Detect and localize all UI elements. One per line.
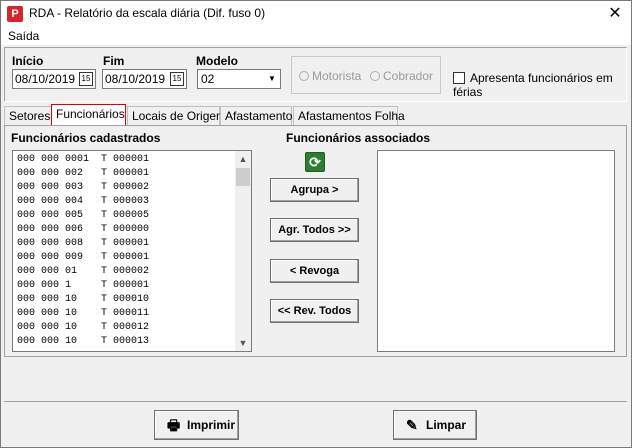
limpar-label: Limpar: [426, 418, 467, 432]
radio-circle-icon: [299, 71, 309, 81]
list-item[interactable]: 000 000 004 T 000003: [17, 196, 149, 207]
fim-label: Fim: [103, 54, 125, 68]
list-item[interactable]: 000 000 0001 T 000001: [17, 154, 149, 165]
list-item[interactable]: 000 000 002 T 000001: [17, 168, 149, 179]
menu-saida[interactable]: Saída: [8, 29, 39, 43]
radio-circle-icon: [370, 71, 380, 81]
calendar-icon[interactable]: 15: [79, 72, 93, 86]
radio-motorista: Motorista: [299, 69, 361, 83]
fim-date-value: 08/10/2019: [105, 72, 166, 86]
cadastrados-scrollbar[interactable]: ▲ ▼: [235, 151, 251, 351]
modelo-value: 02: [201, 72, 215, 86]
imprimir-button[interactable]: 🖶 Imprimir: [154, 410, 239, 440]
tab-afastamentos-folha[interactable]: Afastamentos Folha: [293, 106, 405, 126]
footer-panel: [4, 401, 627, 445]
list-item[interactable]: 000 000 10 T 000012: [17, 322, 149, 333]
list-item[interactable]: 000 000 10 T 000010: [17, 294, 149, 305]
rev-todos-button[interactable]: << Rev. Todos: [270, 299, 359, 323]
radio-cobrador: Cobrador: [370, 69, 433, 83]
tab-afastamentos[interactable]: Afastamentos: [220, 106, 298, 126]
agrupa-button[interactable]: Agrupa >: [270, 178, 359, 202]
close-icon[interactable]: ✕: [599, 1, 631, 27]
associados-header: Funcionários associados: [286, 131, 431, 145]
radio-cobrador-label: Cobrador: [383, 69, 434, 83]
scroll-thumb[interactable]: [236, 168, 250, 186]
associados-list[interactable]: [377, 150, 615, 352]
refresh-icon[interactable]: ⟳: [305, 152, 325, 172]
revoga-button[interactable]: < Revoga: [270, 259, 359, 283]
inicio-label: Início: [12, 54, 44, 68]
modelo-label: Modelo: [196, 54, 238, 68]
cadastrados-header: Funcionários cadastrados: [11, 131, 161, 145]
list-item[interactable]: 000 000 10 T 000011: [17, 308, 149, 319]
modelo-select[interactable]: 02 ▼: [197, 69, 281, 89]
printer-icon: 🖶: [167, 417, 181, 433]
cadastrados-list[interactable]: ▲ ▼ 000 000 0001 T 000001 000 000 002 T 0…: [12, 150, 252, 352]
list-item[interactable]: 000 000 003 T 000002: [17, 182, 149, 193]
tab-setores[interactable]: Setores: [4, 106, 52, 126]
list-item[interactable]: 000 000 006 T 000000: [17, 224, 149, 235]
list-item[interactable]: 000 000 1 T 000001: [17, 280, 149, 291]
list-item[interactable]: 000 000 009 T 000001: [17, 252, 149, 263]
radio-motorista-label: Motorista: [312, 69, 362, 83]
checkbox-square-icon[interactable]: [453, 72, 465, 84]
inicio-date-value: 08/10/2019: [15, 72, 76, 86]
list-item[interactable]: 000 000 10 T 000013: [17, 336, 149, 347]
scroll-up-icon[interactable]: ▲: [235, 151, 251, 167]
list-item[interactable]: 000 000 01 T 000002: [17, 266, 149, 277]
calendar-icon[interactable]: 15: [170, 72, 184, 86]
ferias-checkbox[interactable]: Apresenta funcionários em férias: [453, 71, 631, 99]
chevron-down-icon[interactable]: ▼: [264, 70, 280, 88]
list-item[interactable]: 000 000 005 T 000005: [17, 210, 149, 221]
main-window: P RDA - Relatório da escala diária (Dif.…: [0, 0, 632, 448]
agr-todos-button[interactable]: Agr. Todos >>: [270, 218, 359, 242]
limpar-button[interactable]: ✎ Limpar: [393, 410, 477, 440]
tab-locais-de-origem[interactable]: Locais de Origem: [127, 106, 226, 126]
app-logo-icon: P: [7, 6, 23, 22]
title-bar: P RDA - Relatório da escala diária (Dif.…: [1, 1, 631, 27]
eraser-icon: ✎: [406, 417, 418, 433]
inicio-date-field[interactable]: 08/10/2019 15: [12, 69, 96, 89]
scroll-down-icon[interactable]: ▼: [235, 335, 251, 351]
window-title: RDA - Relatório da escala diária (Dif. f…: [29, 6, 266, 20]
ferias-checkbox-label: Apresenta funcionários em férias: [453, 71, 613, 99]
tab-funcionarios[interactable]: Funcionários: [51, 104, 126, 126]
list-item[interactable]: 000 000 008 T 000001: [17, 238, 149, 249]
fim-date-field[interactable]: 08/10/2019 15: [102, 69, 187, 89]
imprimir-label: Imprimir: [187, 418, 236, 432]
menu-bar: Saída: [1, 27, 631, 45]
